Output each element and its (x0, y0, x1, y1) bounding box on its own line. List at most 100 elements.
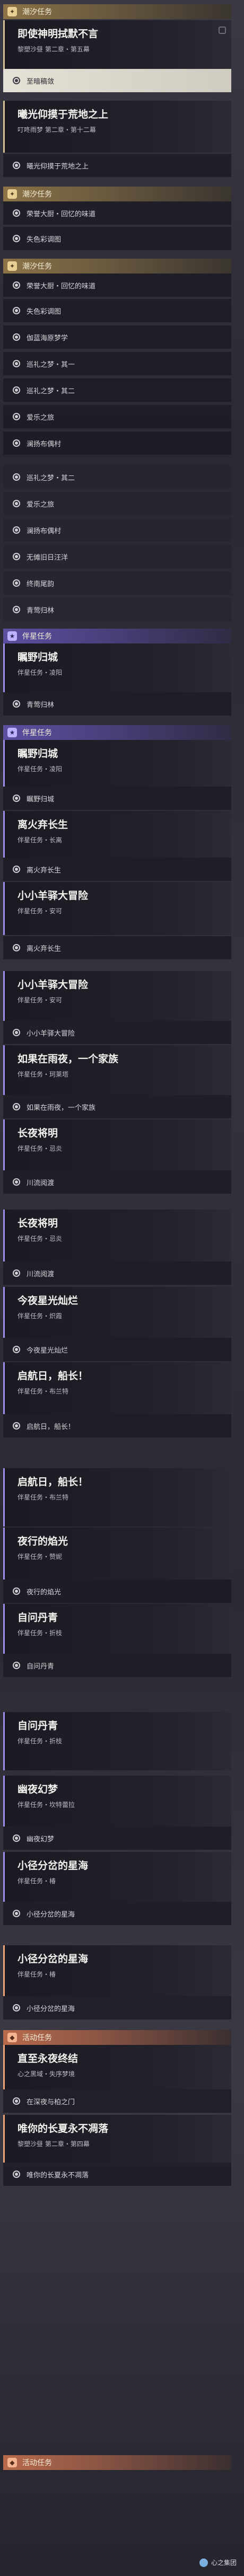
quest-step-item[interactable]: 巡礼之梦・其一 (3, 352, 231, 375)
quest-card[interactable]: 小径分岔的星海 伴星任务・椿 (3, 1945, 231, 1996)
quest-subtitle: 伴星任务・安可 (18, 907, 63, 915)
quest-step-item[interactable]: 失色彩调图 (3, 299, 231, 322)
quest-step-item[interactable]: 自问丹青 (3, 1654, 231, 1677)
quest-title: 曦光仰摸于荒地之上 (18, 109, 109, 120)
quest-title: 夜行的焰光 (18, 1536, 68, 1547)
quest-step-item[interactable]: 瞩野归城 (3, 787, 231, 810)
step-radio-icon (13, 795, 20, 802)
quest-step-item[interactable]: 小小羊驿大冒险 (3, 1021, 231, 1044)
quest-card[interactable]: 自问丹青伴星任务・折枝 (3, 1712, 231, 1770)
quest-title: 即使神明拭默不言 (18, 28, 99, 40)
quest-step-item[interactable]: 小径分岔的星海 (3, 1902, 231, 1925)
step-radio-icon (13, 473, 20, 481)
quest-step-item[interactable]: 荣誉大厨・回忆的味道 (3, 201, 231, 225)
quest-step-item[interactable]: 离火弃长生 (3, 858, 231, 881)
quest-step-item[interactable]: 青莺归林 (3, 692, 231, 716)
quest-title: 长夜将明 (18, 1218, 58, 1229)
quest-title: 唯你的长夏永不凋落 (18, 2123, 109, 2134)
step-radio-icon (13, 360, 20, 367)
section-header-companion-quest[interactable]: ★ 伴星任务 (3, 725, 231, 740)
quest-subtitle: 伴星任务・珂莱塔 (18, 1071, 69, 1078)
step-radio-icon (13, 281, 20, 289)
step-radio-icon (13, 439, 20, 447)
quest-card[interactable]: 今夜星光灿烂 伴星任务・炽霞 (3, 1287, 231, 1338)
quest-subtitle: 伴星任务・长离 (18, 836, 63, 844)
section-header-tide-quest[interactable]: ✦ 潮汐任务 (3, 259, 231, 274)
step-radio-icon (13, 1834, 20, 1842)
quest-card[interactable]: 小小羊驿大冒险 伴星任务・安可 (3, 971, 231, 1021)
quest-card[interactable]: 自问丹青 伴星任务・折枝 (3, 1604, 231, 1654)
step-radio-icon (13, 1422, 20, 1430)
quest-card[interactable]: 离火弃长生 伴星任务・长离 (3, 811, 231, 858)
quest-title: 启航日，船长！ (18, 1370, 89, 1382)
section-header-event-quest[interactable]: ◆ 活动任务 (3, 2455, 231, 2470)
quest-title: 瞩野归城 (18, 748, 58, 760)
step-radio-icon (13, 209, 20, 217)
quest-title: 直至永夜终结 (18, 2053, 79, 2065)
quest-title: 自问丹青 (18, 1720, 58, 1732)
quest-step-item[interactable]: 如果在雨夜，一个家族 (3, 1095, 231, 1118)
quest-step-item[interactable]: 启航日，船长！ (3, 1414, 231, 1437)
quest-subtitle: 伴星任务・折枝 (18, 1737, 63, 1745)
quest-step-item[interactable]: 幽夜幻梦 (3, 1827, 231, 1850)
quest-step-item[interactable]: 夜行的焰光 (3, 1580, 231, 1603)
quest-step-item[interactable]: 终南尾韵 (3, 571, 231, 595)
quest-card[interactable]: 如果在雨夜，一个家族 伴星任务・珂莱塔 (3, 1045, 231, 1095)
quest-step-item[interactable]: 荣誉大厨・回忆的味道 (3, 274, 231, 297)
quest-card[interactable]: 幽夜幻梦 伴星任务・坎特蕾拉 (3, 1776, 231, 1827)
quest-card[interactable]: 小小羊驿大冒险 伴星任务・安可 (3, 882, 231, 935)
quest-step-item[interactable]: 至暗稿敛 (3, 69, 231, 92)
section-header-tide-quest[interactable]: ✦ 潮汐任务 (3, 187, 231, 201)
quest-step-item[interactable]: 川流阅渡 (3, 1261, 231, 1285)
quest-subtitle: 黎塑沙昼 第二章・第五幕 (18, 46, 90, 53)
quest-card[interactable]: 瞩野归城 伴星任务・凌阳 (3, 643, 231, 692)
quest-subtitle: 伴星任务・忌炎 (18, 1235, 63, 1242)
quest-card[interactable]: 夜行的焰光 伴星任务・赞妮 (3, 1528, 231, 1580)
quest-step-item[interactable]: 巡礼之梦・其二 (3, 465, 231, 489)
quest-step-item[interactable]: 今夜星光灿烂 (3, 1338, 231, 1361)
quest-subtitle: 伴星任务・凌阳 (18, 765, 63, 773)
quest-step-item[interactable]: 澜扬布偶村 (3, 431, 231, 455)
quest-card[interactable]: 瞩野归城伴星任务・凌阳 (3, 740, 231, 787)
quest-subtitle: 伴星任务・椿 (18, 1971, 56, 1978)
quest-step-item[interactable]: 爱乐之旅 (3, 492, 231, 515)
quest-card[interactable]: 直至永夜终结 心之黑域・失序梦境 (3, 2045, 231, 2089)
quest-title: 瞩野归城 (18, 651, 58, 663)
section-header-tide-quest[interactable]: ✦ 潮汐任务 (3, 4, 231, 19)
quest-card[interactable]: 长夜将明伴星任务・忌炎 (3, 1210, 231, 1261)
track-quest-checkbox[interactable] (219, 27, 226, 34)
quest-card[interactable]: 长夜将明 伴星任务・忌炎 (3, 1119, 231, 1170)
section-header-event-quest[interactable]: ◆ 活动任务 (3, 2030, 231, 2045)
quest-step-item[interactable]: 巡礼之梦・其二 (3, 378, 231, 402)
section-header-companion-quest[interactable]: ★ 伴星任务 (3, 629, 231, 643)
step-radio-icon (13, 235, 20, 242)
step-radio-icon (13, 1346, 20, 1353)
step-radio-icon (13, 1910, 20, 1917)
step-radio-icon (13, 77, 20, 84)
quest-step-item[interactable]: 在深夜与柏之门 (3, 2089, 231, 2113)
quest-step-item[interactable]: 曦光仰摸于荒地之上 (3, 154, 231, 177)
quest-step-item[interactable]: 澜扬布偶村 (3, 518, 231, 542)
quest-step-item[interactable]: 伽蓝海原梦学 (3, 325, 231, 349)
quest-subtitle: 伴星任务・椿 (18, 1877, 56, 1885)
quest-card[interactable]: 曦光仰摸于荒地之上 叮咚雨梦 第二章・第十二幕 (3, 101, 231, 153)
quest-step-item[interactable]: 爱乐之旅 (3, 405, 231, 428)
quest-step-item[interactable]: 离火弃长生 (3, 936, 231, 959)
quest-subtitle: 伴星任务・安可 (18, 996, 63, 1004)
quest-card[interactable]: 唯你的长夏永不凋落 黎塑沙昼 第二章・第四幕 (3, 2115, 231, 2163)
quest-card[interactable]: 小径分岔的星海 伴星任务・椿 (3, 1852, 231, 1902)
quest-step-item[interactable]: 无傩旧日汪洋 (3, 545, 231, 568)
quest-card[interactable]: 启航日，船长！ 伴星任务・布兰特 (3, 1362, 231, 1414)
quest-card[interactable]: 启航日，船长！ 伴星任务・布兰特 (3, 1468, 231, 1527)
quest-card[interactable]: 即使神明拭默不言黎塑沙昼 第二章・第五幕 (3, 20, 231, 69)
event-quest-icon: ◆ (7, 2033, 17, 2042)
quest-step-item[interactable]: 青莺归林 (3, 598, 231, 621)
quest-step-item[interactable]: 川流阅渡 (3, 1170, 231, 1194)
quest-step-item[interactable]: 失色彩调图 (3, 227, 231, 250)
quest-step-item[interactable]: 小径分岔的星海 (3, 1996, 231, 2019)
quest-subtitle: 叮咚雨梦 第二章・第十二幕 (18, 126, 96, 134)
quest-step-item[interactable]: 唯你的长夏永不凋落 (3, 2163, 231, 2186)
step-radio-icon (13, 500, 20, 507)
quest-subtitle: 伴星任务・布兰特 (18, 1494, 69, 1501)
step-radio-icon (13, 413, 20, 420)
